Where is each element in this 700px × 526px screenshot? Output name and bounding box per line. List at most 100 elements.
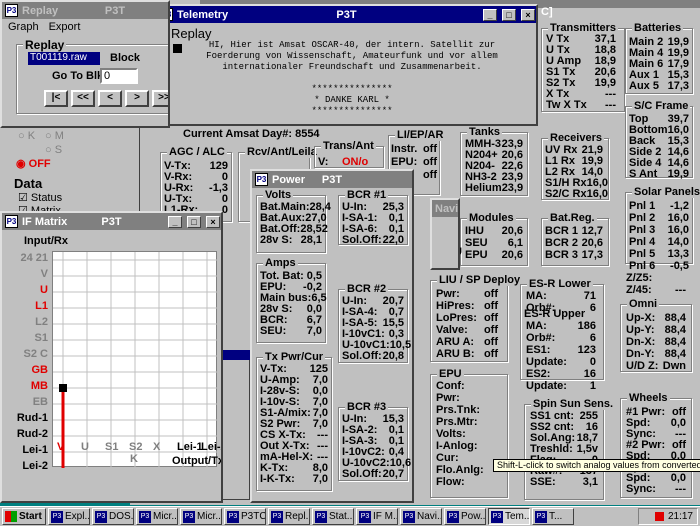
replay-window: P3 Replay P3T Graph Export Replay T00111… <box>0 0 170 128</box>
nav-button[interactable]: |< <box>44 90 68 107</box>
receiver-row: S2/C Rx 16,0 <box>545 188 608 200</box>
matrix-grid[interactable] <box>52 251 218 469</box>
taskbar-item[interactable]: P3 T... <box>532 508 574 525</box>
bcr1-row: Sol.Off: 22,0 <box>342 234 404 246</box>
nav-button[interactable]: << <box>71 90 95 107</box>
clock: 21:17 <box>667 511 693 522</box>
spin-sun-title: Spin Sun Sens. <box>531 398 616 410</box>
windows-logo-icon <box>5 511 17 522</box>
menu-graph[interactable]: Graph <box>8 21 39 33</box>
esr-upper-title: ES-R Upper <box>524 308 586 320</box>
radio-m[interactable]: ○ M <box>45 130 64 142</box>
tray-icon[interactable] <box>654 512 664 521</box>
taskbar-item[interactable]: P3Expl... <box>48 508 90 525</box>
minimize-button[interactable]: _ <box>483 8 497 21</box>
menu-export[interactable]: Export <box>49 21 81 33</box>
solar-panel-label: Pnl 3 <box>629 224 656 236</box>
replay-file-field[interactable]: T001119.raw <box>28 52 100 65</box>
liu-value: off <box>483 348 498 360</box>
transmitter-value: --- <box>605 99 616 111</box>
telemetry-text-icon <box>173 44 182 53</box>
battery-value: 17,3 <box>667 80 689 92</box>
navi-titlebar[interactable]: Navi <box>432 200 458 217</box>
taskbar-item-label: T... <box>549 511 563 522</box>
nav-button[interactable]: > <box>125 90 149 107</box>
taskbar-item[interactable]: P3 Micr... <box>180 508 222 525</box>
telemetry-titlebar[interactable]: P3 Telemetry P3T _□× <box>157 6 536 23</box>
matrix-col-label: X <box>153 441 161 453</box>
c-prefix: C] <box>541 6 553 18</box>
status-checkbox[interactable]: ☑ Status <box>18 191 62 204</box>
amps-row: SEU: 7,0 <box>260 325 322 337</box>
taskbar-item-label: Pow... <box>461 511 486 522</box>
radio-s-label: S <box>54 144 63 156</box>
liu-row: Pwr: off <box>436 288 498 300</box>
taskbar-item-label: Tem... <box>505 511 530 522</box>
tank-row: Helium 23,9 <box>465 182 523 194</box>
liep-label: Instr. <box>391 143 418 155</box>
replay-titlebar[interactable]: P3 Replay P3T <box>2 2 168 19</box>
bcr1-label: Sol.Off: <box>342 234 382 246</box>
taskbar-item[interactable]: P3 Micr... <box>136 508 178 525</box>
spin-sun-label: SSE: <box>530 476 556 488</box>
goto-input[interactable]: 0 <box>100 68 138 84</box>
z-axis-label: Z/Z5: <box>626 272 653 284</box>
solar-panel-value: 13,3 <box>667 248 689 260</box>
matrix-row-label: V <box>40 268 48 280</box>
taskbar-item[interactable]: P3 Stat... <box>312 508 354 525</box>
bcr1-title: BCR #1 <box>345 189 389 201</box>
data-label: Data <box>14 176 43 191</box>
esr-upper-value: 6 <box>589 332 596 344</box>
liu-row: LoPres: off <box>436 312 498 324</box>
esr-upper-row: Update: 0 <box>526 356 596 368</box>
taskbar-item[interactable]: P3IF M... <box>356 508 398 525</box>
taskbar-item[interactable]: P3 Tem... <box>488 508 530 525</box>
close-button[interactable]: × <box>521 8 535 21</box>
taskbar-item[interactable]: P3 Pow... <box>444 508 486 525</box>
omni-row: Dn-X: 88,4 <box>626 336 686 348</box>
epu-title: EPU <box>437 368 464 380</box>
matrix-k-label: K <box>130 453 138 465</box>
power-titlebar[interactable]: P3 Power P3T <box>252 171 412 188</box>
maximize-button[interactable]: □ <box>502 8 516 21</box>
taskbar-item[interactable]: P3DOS... <box>92 508 134 525</box>
nav-button[interactable]: < <box>98 90 122 107</box>
omni-label: Up-Y: <box>626 324 655 336</box>
close-button[interactable]: × <box>206 215 220 228</box>
matrix-connection-node[interactable] <box>59 384 67 392</box>
esr-upper-row: Orb#: 6 <box>526 332 596 344</box>
minimize-button[interactable]: _ <box>168 215 182 228</box>
maximize-button[interactable]: □ <box>187 215 201 228</box>
solar-panel-value: -1,2 <box>670 200 689 212</box>
start-button[interactable]: Start <box>2 508 46 525</box>
esr-upper-value: 123 <box>577 344 596 356</box>
esr-upper-label: ES2: <box>526 368 551 380</box>
taskbar-item[interactable]: P3Repl... <box>268 508 310 525</box>
esr-upper-value: 1 <box>589 380 596 392</box>
bcr2-label: Sol.Off: <box>342 350 382 362</box>
liu-row: HiPres: off <box>436 300 498 312</box>
taskbar-item[interactable]: P3 P3TC <box>224 508 266 525</box>
matrix-row-label: L2 <box>35 316 48 328</box>
telemetry-heading: Replay <box>171 26 212 41</box>
radio-off[interactable]: ◉ OFF <box>16 157 51 170</box>
nav-button[interactable]: >> <box>152 90 168 107</box>
matrix-row-label: EB <box>32 396 48 408</box>
taskbar-item[interactable]: P3Navi... <box>400 508 442 525</box>
app-icon: P3 <box>5 215 18 228</box>
txpwr-label: I-K-Tx: <box>260 473 295 485</box>
ifmatrix-titlebar[interactable]: P3 IF Matrix P3T _ □ × <box>2 213 221 230</box>
replay-title: Replay <box>22 4 59 17</box>
sc-frame-label: S Ant <box>629 168 658 180</box>
module-label: SEU <box>465 237 488 249</box>
taskbar-item-label: Micr... <box>197 511 222 522</box>
epu-label: Prs.Mtr: <box>436 416 478 428</box>
esr-lower-label: MA: <box>526 290 547 302</box>
module-value: 6,1 <box>507 237 523 249</box>
agc-title: AGC / ALC <box>167 146 227 158</box>
radio-k[interactable]: ○ K <box>18 130 35 142</box>
epu-label: Flow: <box>436 476 465 488</box>
liep-value: off <box>422 169 437 181</box>
app-icon: P3 <box>183 510 195 523</box>
radio-s[interactable]: ○ S <box>45 144 62 156</box>
